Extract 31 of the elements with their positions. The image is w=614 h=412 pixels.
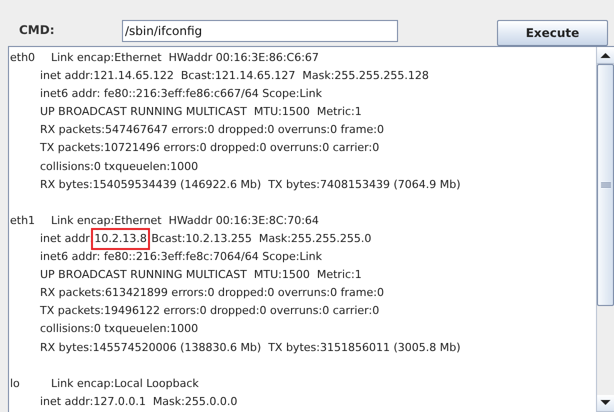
- command-field[interactable]: /sbin/ifconfig: [122, 20, 398, 42]
- grip-icon: [600, 182, 610, 188]
- output-line: TX packets:10721496 errors:0 dropped:0 overruns:0 carrier:0: [40, 140, 380, 156]
- scrollbar-thumb[interactable]: [597, 64, 614, 306]
- output-line: Bcast:10.2.13.255 Mask:255.255.255.0: [150, 230, 372, 247]
- highlighted-address: 10.2.13.8: [93, 230, 148, 248]
- output-line: RX packets:547467647 errors:0 dropped:0 overruns:0 frame:0: [40, 122, 384, 138]
- interface-name: eth1: [9, 212, 36, 229]
- output-line: inet6 addr: fe80::216:3eff:fe86:c667/64 Scope:Link: [40, 86, 322, 102]
- output-line: Link encap:Local Loopback: [51, 376, 199, 392]
- execute-button[interactable]: Execute: [497, 20, 608, 46]
- output-line: RX bytes:154059534439 (146922.6 Mb) TX bytes:7408153439 (7064.9 Mb): [40, 176, 460, 193]
- output-line: RX packets:613421899 errors:0 dropped:0 overruns:0 frame:0: [40, 285, 384, 302]
- output-line: Link encap:Ethernet HWaddr 00:16:3E:8C:70:64: [51, 212, 319, 229]
- cmd-label: CMD:: [19, 23, 56, 37]
- output-line: collisions:0 txqueuelen:1000: [40, 158, 198, 175]
- output-line: UP BROADCAST RUNNING MULTICAST MTU:1500 Metric:1: [40, 267, 362, 284]
- output-line: UP BROADCAST RUNNING MULTICAST MTU:1500 Metric:1: [40, 104, 362, 120]
- output-line: inet addr:: [40, 230, 94, 247]
- output-line: collisions:0 txqueuelen:1000: [40, 321, 198, 338]
- vertical-scrollbar[interactable]: [596, 47, 614, 412]
- output-line: RX bytes:145574520006 (138830.6 Mb) TX bytes:3151856011 (3005.8 Mb): [40, 340, 460, 356]
- scroll-up-icon[interactable]: [597, 47, 614, 64]
- output-line: inet6 addr: fe80::216:3eff:fe8c:7064/64 Scope:Link: [40, 249, 322, 266]
- scroll-down-icon[interactable]: [597, 395, 614, 412]
- interface-name: lo: [9, 376, 21, 392]
- output-line: TX packets:19496122 errors:0 dropped:0 overruns:0 carrier:0: [40, 303, 380, 320]
- output-line: inet addr:127.0.0.1 Mask:255.0.0.0: [40, 394, 238, 410]
- interface-name: eth0: [9, 50, 36, 66]
- output-line: inet addr:121.14.65.122 Bcast:121.14.65.127 Mask:255.255.255.128: [40, 68, 429, 84]
- output-line: Link encap:Ethernet HWaddr 00:16:3E:86:C6:67: [51, 50, 319, 66]
